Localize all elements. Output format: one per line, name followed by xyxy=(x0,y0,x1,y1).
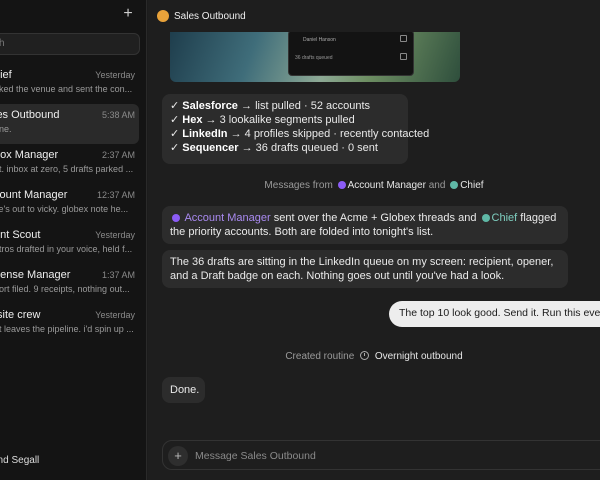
routine-created-divider: Created routine Overnight outbound xyxy=(148,351,600,362)
check-icon: ✓ xyxy=(170,114,180,126)
summary-row: ✓ LinkedIn → 4 profiles skipped · recent… xyxy=(170,127,429,141)
conversation-preview: ntros drafted in your voice, held f... xyxy=(0,244,133,254)
summary-detail: 4 profiles skipped · recently contacted xyxy=(244,128,430,140)
conversation-preview: nt. inbox at zero, 5 drafts parked ... xyxy=(0,164,134,174)
agent-name: Account Manager xyxy=(347,180,426,191)
summary-message: ✓ Salesforce → list pulled · 52 accounts… xyxy=(162,94,429,164)
summary-source: LinkedIn xyxy=(182,128,228,140)
conversation-name: fsite crew xyxy=(0,309,41,321)
sidebar-header: + xyxy=(0,0,146,32)
conversation-time: Yesterday xyxy=(95,230,135,240)
arrow-icon: → xyxy=(241,142,253,154)
message-text: The top 10 look good. Send it. Run this … xyxy=(399,307,600,319)
agent-name: Chief xyxy=(460,180,484,191)
chat-main: Sales Outbound Daniel Hanson 36 drafts q… xyxy=(148,0,600,480)
summary-detail: list pulled · 52 accounts xyxy=(255,100,371,112)
conversation-preview: port filed. 9 receipts, nothing out... xyxy=(0,284,130,294)
chat-header: Sales Outbound xyxy=(148,0,600,32)
chat-title: Sales Outbound xyxy=(174,11,246,22)
attachment-preview: Daniel Hanson 36 drafts queued xyxy=(288,30,414,76)
chief-dot-icon xyxy=(450,181,459,189)
conversation-preview: ite's out to vicky. globex note he... xyxy=(0,204,129,214)
divider-label: and xyxy=(428,180,446,191)
conversation-name: ent Scout xyxy=(0,229,41,241)
conversation-name: count Manager xyxy=(0,189,68,201)
conversation-time: 5:38 AM xyxy=(101,110,135,120)
new-chat-plus-icon[interactable]: + xyxy=(120,6,136,22)
search-placeholder: h xyxy=(0,38,5,49)
arrow-icon: → xyxy=(241,100,252,112)
divider-label: Created routine xyxy=(285,351,355,362)
agent-mention[interactable]: Account Manager xyxy=(184,212,270,224)
divider-label: Messages from xyxy=(264,180,333,191)
agent-message: Done. xyxy=(162,377,205,403)
summary-row: ✓ Sequencer → 36 drafts queued · 0 sent xyxy=(170,141,400,155)
conversation-item[interactable]: pense Manager 1:37 AM port filed. 9 rece… xyxy=(0,264,146,304)
summary-source: Hex xyxy=(182,114,203,126)
agent-message: The 36 drafts are sitting in the LinkedI… xyxy=(162,250,568,288)
clock-icon xyxy=(360,351,370,360)
conversation-item[interactable]: ent Scout Yesterday ntros drafted in you… xyxy=(0,224,146,264)
conversation-preview: at leaves the pipeline. i'd spin up ... xyxy=(0,324,134,334)
checkbox-icon xyxy=(400,53,407,60)
checkbox-icon xyxy=(400,35,407,42)
chief-dot-icon xyxy=(481,214,490,222)
message-composer[interactable]: + Message Sales Outbound xyxy=(162,440,600,470)
arrow-icon: → xyxy=(230,128,242,140)
conversation-item[interactable]: fsite crew Yesterday at leaves the pipel… xyxy=(0,304,146,344)
account-manager-dot-icon xyxy=(337,181,346,189)
conversation-time: 12:37 AM xyxy=(96,190,135,200)
user-name[interactable]: and Segall xyxy=(0,455,39,466)
conversation-name: pense Manager xyxy=(0,269,71,281)
conversation-item-active[interactable]: les Outbound 5:38 AM one. xyxy=(0,104,139,144)
summary-detail: 3 lookalike segments pulled xyxy=(219,114,355,126)
conversation-item[interactable]: hief Yesterday oked the venue and sent t… xyxy=(0,64,146,104)
sidebar: + h hief Yesterday oked the venue and se… xyxy=(0,0,147,480)
message-text: Done. xyxy=(170,384,200,396)
attachment-line: 36 drafts queued xyxy=(295,55,333,61)
routine-name[interactable]: Overnight outbound xyxy=(375,351,463,362)
attachment-line: Daniel Hanson xyxy=(303,37,336,43)
conversation-name: box Manager xyxy=(0,149,59,161)
summary-row: ✓ Salesforce → list pulled · 52 accounts xyxy=(170,99,400,113)
user-message: The top 10 look good. Send it. Run this … xyxy=(389,301,600,327)
conversation-item[interactable]: count Manager 12:37 AM ite's out to vick… xyxy=(0,184,146,224)
message-text: sent over the Acme + Globex threads and xyxy=(273,212,477,224)
composer-placeholder: Message Sales Outbound xyxy=(195,450,316,462)
summary-source: Sequencer xyxy=(182,142,239,154)
summary-source: Salesforce xyxy=(182,100,238,112)
message-text: The 36 drafts are sitting in the LinkedI… xyxy=(170,256,554,282)
conversation-preview: one. xyxy=(0,124,12,134)
summary-detail: 36 drafts queued · 0 sent xyxy=(255,142,378,154)
summary-row: ✓ Hex → 3 lookalike segments pulled xyxy=(170,113,400,127)
conversation-time: 2:37 AM xyxy=(101,150,135,160)
conversation-time: 1:37 AM xyxy=(101,270,135,280)
conversation-item[interactable]: box Manager 2:37 AM nt. inbox at zero, 5… xyxy=(0,144,146,184)
conversation-name: hief xyxy=(0,69,12,81)
agent-avatar xyxy=(157,10,169,22)
search-input[interactable]: h xyxy=(0,33,140,55)
check-icon: ✓ xyxy=(170,100,180,112)
add-attachment-plus-icon[interactable]: + xyxy=(168,446,188,466)
conversation-preview: oked the venue and sent the con... xyxy=(0,84,133,94)
conversation-list: hief Yesterday oked the venue and sent t… xyxy=(0,64,146,344)
conversation-time: Yesterday xyxy=(95,310,135,320)
messages-from-divider: Messages from Account Manager and Chief xyxy=(148,180,600,191)
agent-mention[interactable]: Chief xyxy=(492,212,518,224)
account-manager-dot-icon xyxy=(172,214,180,222)
agent-message: Account Manager sent over the Acme + Glo… xyxy=(162,206,568,244)
conversation-time: Yesterday xyxy=(95,70,135,80)
arrow-icon: → xyxy=(205,114,217,126)
conversation-name: les Outbound xyxy=(0,109,60,121)
check-icon: ✓ xyxy=(170,142,180,154)
check-icon: ✓ xyxy=(170,128,180,140)
